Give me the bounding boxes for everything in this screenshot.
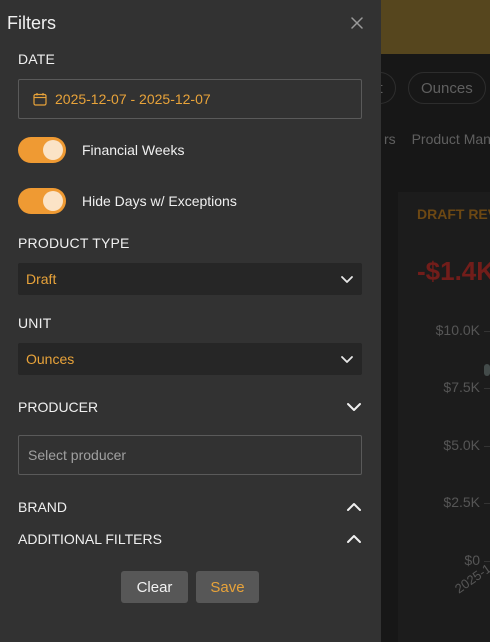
product-type-value: Draft xyxy=(26,271,57,287)
close-icon xyxy=(351,17,363,29)
producer-section-header[interactable]: PRODUCER xyxy=(18,396,362,418)
hide-exceptions-label: Hide Days w/ Exceptions xyxy=(82,193,237,209)
chevron-up-icon xyxy=(347,535,361,543)
hide-exceptions-row: Hide Days w/ Exceptions xyxy=(18,188,237,214)
save-button[interactable]: Save xyxy=(196,571,259,603)
producer-search-input[interactable] xyxy=(18,435,362,475)
producer-label: PRODUCER xyxy=(18,399,99,415)
unit-select[interactable]: Ounces xyxy=(18,343,362,375)
brand-label: BRAND xyxy=(18,499,68,515)
chevron-down-icon xyxy=(341,276,353,283)
unit-value: Ounces xyxy=(26,351,75,367)
brand-section-header[interactable]: BRAND xyxy=(18,496,362,518)
calendar-icon xyxy=(33,93,47,106)
financial-weeks-toggle[interactable] xyxy=(18,137,66,163)
drawer-title: Filters xyxy=(7,13,56,33)
clear-button[interactable]: Clear xyxy=(121,571,188,603)
date-range-value: 2025-12-07 - 2025-12-07 xyxy=(55,91,211,107)
hide-exceptions-toggle[interactable] xyxy=(18,188,66,214)
toggle-knob xyxy=(43,191,63,211)
product-type-select[interactable]: Draft xyxy=(18,263,362,295)
financial-weeks-label: Financial Weeks xyxy=(82,142,185,158)
chevron-up-icon xyxy=(347,503,361,511)
date-range-picker[interactable]: 2025-12-07 - 2025-12-07 xyxy=(18,79,362,119)
additional-filters-header[interactable]: ADDITIONAL FILTERS xyxy=(18,528,362,550)
toggle-knob xyxy=(43,140,63,160)
additional-filters-label: ADDITIONAL FILTERS xyxy=(18,531,162,547)
product-type-label: PRODUCT TYPE xyxy=(18,235,130,251)
chevron-down-icon xyxy=(347,403,361,411)
date-section-label: DATE xyxy=(18,51,56,67)
unit-label: UNIT xyxy=(18,315,52,331)
chevron-down-icon xyxy=(341,356,353,363)
financial-weeks-row: Financial Weeks xyxy=(18,137,184,163)
filters-drawer: Filters DATE 2025-12-07 - 2025-12-07 Fin… xyxy=(0,0,381,642)
close-button[interactable] xyxy=(346,12,368,34)
